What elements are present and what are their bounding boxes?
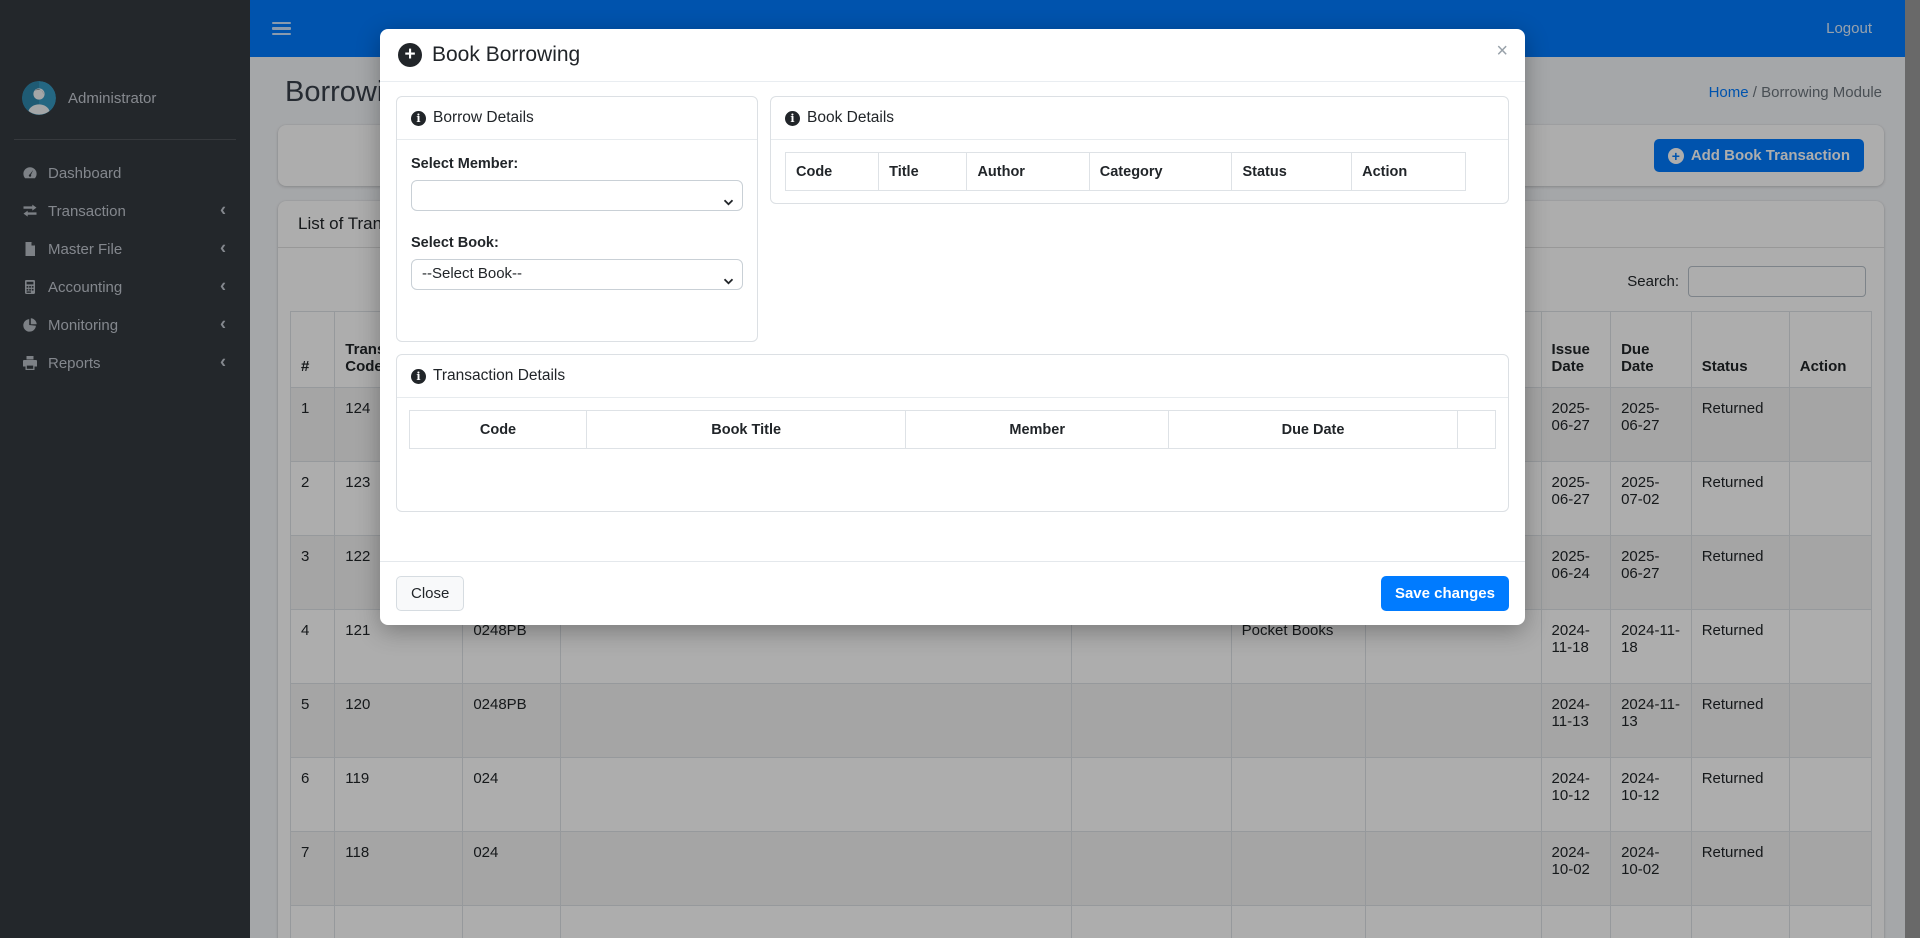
borrow-details-header: Borrow Details	[397, 97, 757, 140]
column-header: Member	[906, 411, 1169, 449]
select-book-dropdown[interactable]: --Select Book--	[411, 259, 743, 290]
column-header: Title	[879, 153, 967, 191]
modal-title: Book Borrowing	[432, 43, 580, 67]
close-icon[interactable]: ×	[1496, 41, 1508, 61]
column-header	[1457, 411, 1495, 449]
borrow-details-card: Borrow Details Select Member: Select Boo…	[396, 96, 758, 342]
book-details-table: CodeTitleAuthorCategoryStatusAction	[785, 152, 1466, 191]
book-borrowing-modal: Book Borrowing × Borrow Details Select M…	[380, 29, 1525, 625]
column-header: Status	[1232, 153, 1352, 191]
save-changes-button[interactable]: Save changes	[1381, 576, 1509, 611]
book-details-card: Book Details CodeTitleAuthorCategoryStat…	[770, 96, 1509, 204]
column-header: Action	[1352, 153, 1466, 191]
modal-footer: Close Save changes	[380, 561, 1525, 625]
column-header: Category	[1089, 153, 1232, 191]
modal-body: Borrow Details Select Member: Select Boo…	[380, 82, 1525, 561]
info-icon	[785, 111, 800, 126]
close-button[interactable]: Close	[396, 576, 464, 611]
select-member-dropdown[interactable]	[411, 180, 743, 211]
transaction-details-card: Transaction Details CodeBook TitleMember…	[396, 354, 1509, 512]
select-member-label: Select Member:	[411, 156, 743, 172]
app-root: Administrator DashboardTransaction‹Maste…	[0, 0, 1920, 938]
column-header: Author	[967, 153, 1089, 191]
chevron-down-icon	[723, 272, 734, 289]
column-header: Code	[410, 411, 587, 449]
transaction-details-table: CodeBook TitleMemberDue Date	[409, 410, 1496, 449]
column-header: Book Title	[587, 411, 906, 449]
book-details-header: Book Details	[771, 97, 1508, 140]
info-icon	[411, 111, 426, 126]
chevron-down-icon	[723, 193, 734, 210]
info-icon	[411, 369, 426, 384]
borrow-details-body: Select Member: Select Book: --Select Boo…	[397, 140, 757, 304]
modal-header: Book Borrowing ×	[380, 29, 1525, 82]
modal-cards-row: Borrow Details Select Member: Select Boo…	[396, 96, 1509, 342]
column-header: Code	[786, 153, 879, 191]
transaction-details-header: Transaction Details	[397, 355, 1508, 398]
column-header: Due Date	[1169, 411, 1458, 449]
plus-circle-icon	[398, 43, 422, 67]
select-book-label: Select Book:	[411, 235, 743, 251]
